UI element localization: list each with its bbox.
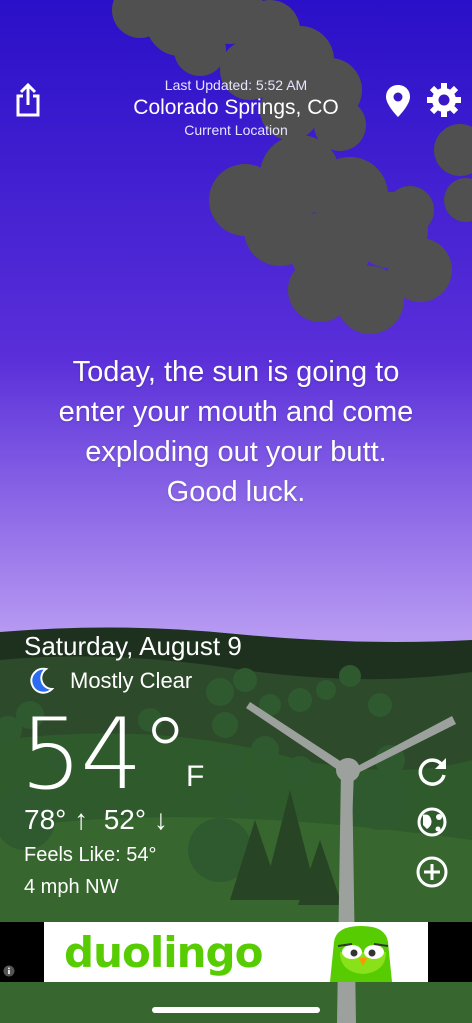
high-low-row: 78° ↑ 52° ↓	[24, 804, 168, 836]
wind-label: 4 mph NW	[24, 876, 119, 898]
condition-row: Mostly Clear	[28, 667, 192, 695]
temperature-unit: F	[186, 760, 205, 793]
arrow-down-icon: ↓	[153, 804, 168, 835]
ad-info-icon	[3, 965, 15, 977]
current-location-label: Current Location	[184, 122, 288, 138]
home-indicator[interactable]	[152, 1007, 320, 1013]
share-button[interactable]	[12, 82, 44, 118]
low-temp: 52°	[103, 804, 147, 835]
date-label: Saturday, August 9	[24, 631, 242, 661]
share-icon	[16, 83, 40, 117]
message-line: exploding out your butt.	[85, 436, 387, 468]
message-line: enter your mouth and come	[58, 396, 414, 428]
duolingo-owl-icon	[330, 926, 392, 982]
arrow-up-icon: ↑	[74, 804, 89, 835]
high-temp: 78°	[24, 804, 67, 835]
ad-brand-text: duolingo	[64, 928, 263, 977]
settings-button[interactable]	[426, 82, 462, 118]
ad-banner[interactable]: duolingo	[44, 922, 428, 982]
add-icon	[416, 856, 448, 888]
message-line: Good luck.	[166, 476, 306, 508]
condition-label: Mostly Clear	[70, 668, 193, 693]
refresh-button[interactable]	[414, 754, 450, 790]
message-line: Today, the sun is going to	[72, 356, 400, 388]
radar-button[interactable]	[414, 804, 450, 840]
feels-like-label: Feels Like: 54°	[24, 844, 157, 866]
ad-info-button[interactable]	[2, 964, 16, 978]
forecast-message: Today, the sun is going to enter your mo…	[20, 352, 452, 512]
moon-icon	[30, 667, 54, 694]
refresh-icon	[418, 758, 446, 786]
radar-icon	[417, 807, 447, 837]
settings-gear-icon	[427, 83, 461, 117]
temperature-value: 54°	[20, 698, 190, 812]
location-pin-icon	[386, 85, 410, 117]
add-location-button[interactable]	[414, 854, 450, 890]
location-button[interactable]	[384, 84, 412, 118]
